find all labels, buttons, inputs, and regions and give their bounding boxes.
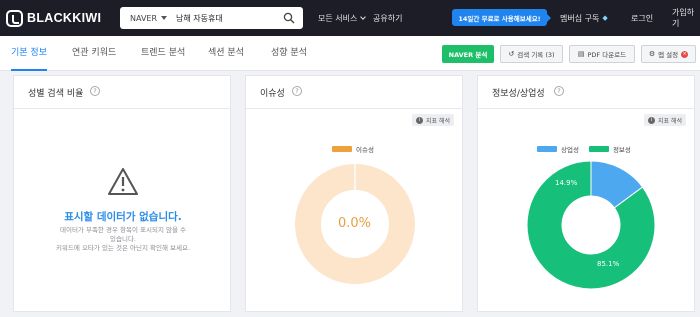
subscribe-label: 멤버십 구독 xyxy=(560,13,600,23)
warning-icon xyxy=(108,168,138,195)
keyword-search-box: NAVER xyxy=(120,7,303,29)
signup-link[interactable]: 가입하기 xyxy=(672,0,700,36)
legend-swatch-info xyxy=(588,146,609,152)
card-header: 이슈성 ? xyxy=(246,76,462,109)
share-link[interactable]: 공유하기 xyxy=(373,0,402,36)
search-history-button[interactable]: ↺ 검색 기록 (3) xyxy=(500,45,563,63)
chevron-down-icon xyxy=(360,13,367,20)
all-services-label: 모든 서비스 xyxy=(318,13,358,23)
search-input[interactable] xyxy=(176,13,277,23)
search-history-label: 검색 기록 (3) xyxy=(517,51,555,59)
login-link[interactable]: 로그인 xyxy=(631,0,653,36)
pdf-download-label: PDF 다운로드 xyxy=(587,51,627,59)
no-data-description-line: 데이터가 부족한 경우 항목이 표시되지 않을 수 xyxy=(59,226,187,234)
help-icon[interactable]: ? xyxy=(292,86,302,96)
tab-basic-info[interactable]: 기본 정보 xyxy=(11,36,47,71)
subscribe-link[interactable]: 멤버십 구독 ◆ xyxy=(560,0,608,36)
caret-down-icon[interactable] xyxy=(161,16,168,20)
index-interpretation-button[interactable]: i 지표 해석 xyxy=(644,114,686,126)
help-icon[interactable]: ? xyxy=(90,86,100,96)
chart-legend: 상업성 정보성 xyxy=(537,144,631,154)
index-interpretation-label: 지표 해석 xyxy=(658,117,682,125)
no-data-description-line: 키워드에 오타가 있는 것은 아닌지 확인해 보세요. xyxy=(55,244,191,252)
document-icon: ▤ xyxy=(577,50,585,58)
search-icon[interactable] xyxy=(283,12,295,24)
map-settings-button[interactable]: ⚙ 맵 설정 × xyxy=(641,45,696,63)
info-icon: i xyxy=(416,116,423,124)
legend-label-info: 정보성 xyxy=(612,146,631,154)
tab-trend-analysis[interactable]: 트렌드 분석 xyxy=(141,36,185,71)
tab-tendency-analysis[interactable]: 성향 분석 xyxy=(271,36,307,71)
legend-label-commercial: 상업성 xyxy=(561,146,579,154)
pdf-download-button[interactable]: ▤ PDF 다운로드 xyxy=(569,45,635,63)
analysis-tab-bar: 기본 정보 연관 키워드 트렌드 분석 섹션 분석 성향 분석 NAVER 분석… xyxy=(0,36,700,71)
card-header: 정보성/상업성 ? xyxy=(478,76,694,109)
naver-analysis-button[interactable]: NAVER 분석 xyxy=(442,45,494,63)
diamond-icon: ◆ xyxy=(602,14,608,22)
blackkiwi-logo[interactable]: BLACKKIWI xyxy=(6,9,101,27)
tab-section-analysis[interactable]: 섹션 분석 xyxy=(208,36,244,71)
help-icon[interactable]: ? xyxy=(554,86,564,96)
issue-value-label: 0.0% xyxy=(338,216,372,231)
gear-icon: ⚙ xyxy=(648,50,656,58)
top-navigation-bar: BLACKKIWI NAVER 모든 서비스 공유하기 14일간 무료로 사용해… xyxy=(0,0,700,36)
no-data-description: 데이터가 부족한 경우 항목이 표시되지 않을 수 있습니다. 키워드에 오타가… xyxy=(34,226,212,253)
all-services-menu[interactable]: 모든 서비스 xyxy=(318,0,367,36)
legend-swatch-issue xyxy=(332,146,352,152)
info-commercial-donut-chart xyxy=(526,160,656,290)
card-header: 성별 검색 비율 ? xyxy=(14,76,230,109)
tab-related-keywords[interactable]: 연관 키워드 xyxy=(72,36,116,71)
commercial-slice-label: 14.9% xyxy=(555,179,578,187)
map-settings-label: 맵 설정 xyxy=(658,51,679,59)
info-icon: i xyxy=(648,116,655,124)
no-data-description-line: 있습니다. xyxy=(110,235,136,243)
legend-swatch-commercial xyxy=(537,146,557,152)
card-title: 성별 검색 비율 xyxy=(28,89,84,99)
index-interpretation-button[interactable]: i 지표 해석 xyxy=(412,114,454,126)
kiwi-logo-icon xyxy=(6,9,23,27)
history-icon: ↺ xyxy=(508,50,515,58)
close-icon[interactable]: × xyxy=(681,50,689,58)
free-trial-promo[interactable]: 14일간 무료로 사용해보세요! xyxy=(452,9,551,26)
brand-name: BLACKKIWI xyxy=(27,11,102,25)
search-engine-select[interactable]: NAVER xyxy=(130,14,157,23)
card-title: 정보성/상업성 xyxy=(492,89,545,99)
info-slice-label: 85.1% xyxy=(597,260,620,268)
index-interpretation-label: 지표 해석 xyxy=(426,117,450,125)
chart-legend: 이슈성 xyxy=(332,144,374,154)
no-data-message: 표시할 데이터가 없습니다. xyxy=(64,211,182,223)
legend-label-issue: 이슈성 xyxy=(356,146,374,154)
card-title: 이슈성 xyxy=(260,89,285,99)
